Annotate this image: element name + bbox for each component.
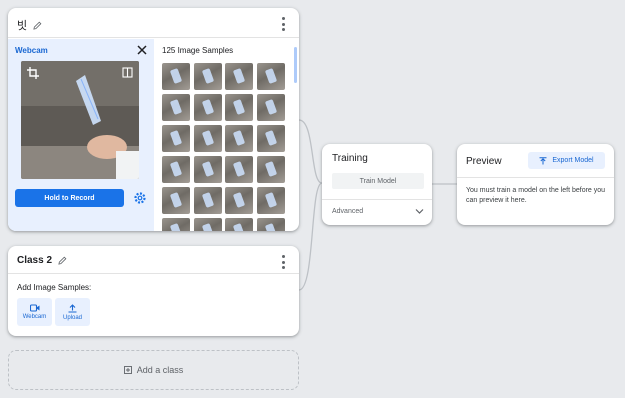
class-name[interactable]: Class 2: [17, 255, 52, 266]
samples-scrollbar[interactable]: [294, 47, 297, 83]
chevron-down-icon[interactable]: [415, 208, 424, 215]
training-card: Training Train Model Advanced: [322, 144, 432, 225]
sample-thumbnail[interactable]: [225, 125, 253, 152]
sample-thumbnail[interactable]: [225, 156, 253, 183]
preview-card: Preview Export Model You must train a mo…: [457, 144, 614, 225]
upload-button-label: Upload: [62, 314, 82, 321]
sample-thumbnail[interactable]: [162, 156, 190, 183]
more-options-icon[interactable]: [281, 17, 285, 31]
sample-thumbnail[interactable]: [225, 94, 253, 121]
sample-thumbnails-grid: [162, 63, 285, 231]
add-samples-label: Add Image Samples:: [17, 283, 92, 292]
sample-thumbnail[interactable]: [256, 218, 285, 231]
edit-pencil-icon[interactable]: [33, 21, 42, 30]
add-class-button[interactable]: Add a class: [8, 350, 299, 390]
webcam-panel: Webcam Hold to Record: [8, 39, 154, 231]
settings-gear-icon[interactable]: [132, 190, 148, 206]
close-icon[interactable]: [136, 44, 148, 56]
sample-thumbnail[interactable]: [256, 187, 285, 214]
sample-thumbnail[interactable]: [193, 156, 222, 183]
video-camera-icon: [29, 304, 39, 312]
add-class-label: Add a class: [136, 365, 184, 375]
sample-thumbnail[interactable]: [256, 125, 285, 152]
sample-thumbnail[interactable]: [162, 94, 190, 121]
flip-camera-icon[interactable]: [122, 67, 133, 78]
sample-thumbnail[interactable]: [162, 63, 190, 90]
crop-icon[interactable]: [27, 67, 39, 79]
sample-thumbnail[interactable]: [193, 187, 222, 214]
divider: [322, 199, 432, 200]
class-name[interactable]: 빗: [17, 17, 27, 33]
image-samples-panel: 125 Image Samples: [154, 39, 299, 231]
sample-thumbnail[interactable]: [162, 187, 190, 214]
edit-pencil-icon[interactable]: [58, 256, 67, 265]
class-card-header: Class 2: [8, 246, 299, 274]
sample-thumbnail[interactable]: [225, 63, 253, 90]
more-options-icon[interactable]: [281, 255, 285, 269]
sample-thumbnail[interactable]: [225, 187, 253, 214]
class-card-2: Class 2 Add Image Samples: Webcam Upload: [8, 246, 299, 336]
webcam-button[interactable]: Webcam: [17, 298, 52, 326]
webcam-preview: [21, 61, 139, 179]
sample-thumbnail[interactable]: [256, 63, 285, 90]
webcam-label: Webcam: [15, 46, 48, 55]
webcam-button-label: Webcam: [22, 314, 47, 320]
upload-icon: [68, 303, 77, 313]
hold-to-record-button[interactable]: Hold to Record: [15, 189, 124, 207]
upload-button[interactable]: Upload: [55, 298, 90, 326]
sample-thumbnail[interactable]: [225, 218, 253, 231]
sample-thumbnail[interactable]: [193, 125, 222, 152]
preview-message: You must train a model on the left befor…: [466, 187, 606, 204]
sample-thumbnail[interactable]: [162, 125, 190, 152]
sample-thumbnail[interactable]: [256, 156, 285, 183]
sample-thumbnail[interactable]: [162, 218, 190, 231]
advanced-toggle-label[interactable]: Advanced: [332, 208, 363, 215]
class-card-1: 빗 Webcam Hold to Record 125 Image Sample…: [8, 8, 299, 231]
training-title: Training: [332, 153, 368, 164]
class-title[interactable]: Class 2: [17, 255, 67, 266]
sample-thumbnail[interactable]: [193, 94, 222, 121]
train-model-button[interactable]: Train Model: [332, 173, 424, 189]
class-card-header: 빗: [8, 8, 299, 38]
export-model-label: Export Model: [552, 157, 594, 164]
add-box-icon: [123, 366, 132, 374]
export-model-button[interactable]: Export Model: [528, 152, 605, 169]
class-title[interactable]: 빗: [17, 17, 42, 33]
sample-thumbnail[interactable]: [193, 218, 222, 231]
sample-thumbnail[interactable]: [256, 94, 285, 121]
sample-thumbnail[interactable]: [193, 63, 222, 90]
export-icon: [539, 156, 547, 164]
samples-count: 125 Image Samples: [162, 46, 234, 55]
divider: [457, 177, 614, 178]
preview-title: Preview: [466, 156, 502, 167]
